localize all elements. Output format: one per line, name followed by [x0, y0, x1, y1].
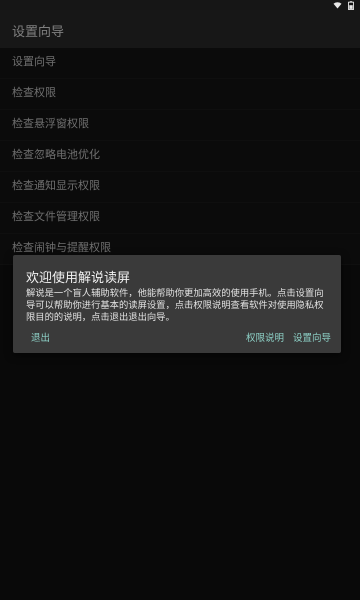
- setup-wizard-button[interactable]: 设置向导: [293, 330, 331, 344]
- dialog-message: 解说是一个盲人辅助软件，他能帮助你更加高效的使用手机。点击设置向导可以帮助你进行…: [26, 288, 324, 323]
- battery-icon: [348, 0, 354, 10]
- exit-button[interactable]: 退出: [31, 330, 50, 344]
- permission-info-button[interactable]: 权限说明: [246, 330, 284, 344]
- screen: 设置向导 设置向导 检查权限 检查悬浮窗权限 检查忽略电池优化 检查通知显示权限…: [0, 0, 360, 600]
- status-icons: [333, 0, 354, 10]
- welcome-dialog: 欢迎使用解说读屏 解说是一个盲人辅助软件，他能帮助你更加高效的使用手机。点击设置…: [13, 255, 341, 353]
- wifi-icon: [333, 2, 342, 9]
- status-bar: [0, 0, 360, 10]
- dialog-title: 欢迎使用解说读屏: [26, 271, 131, 286]
- dialog-actions: 退出 权限说明 设置向导: [13, 330, 341, 346]
